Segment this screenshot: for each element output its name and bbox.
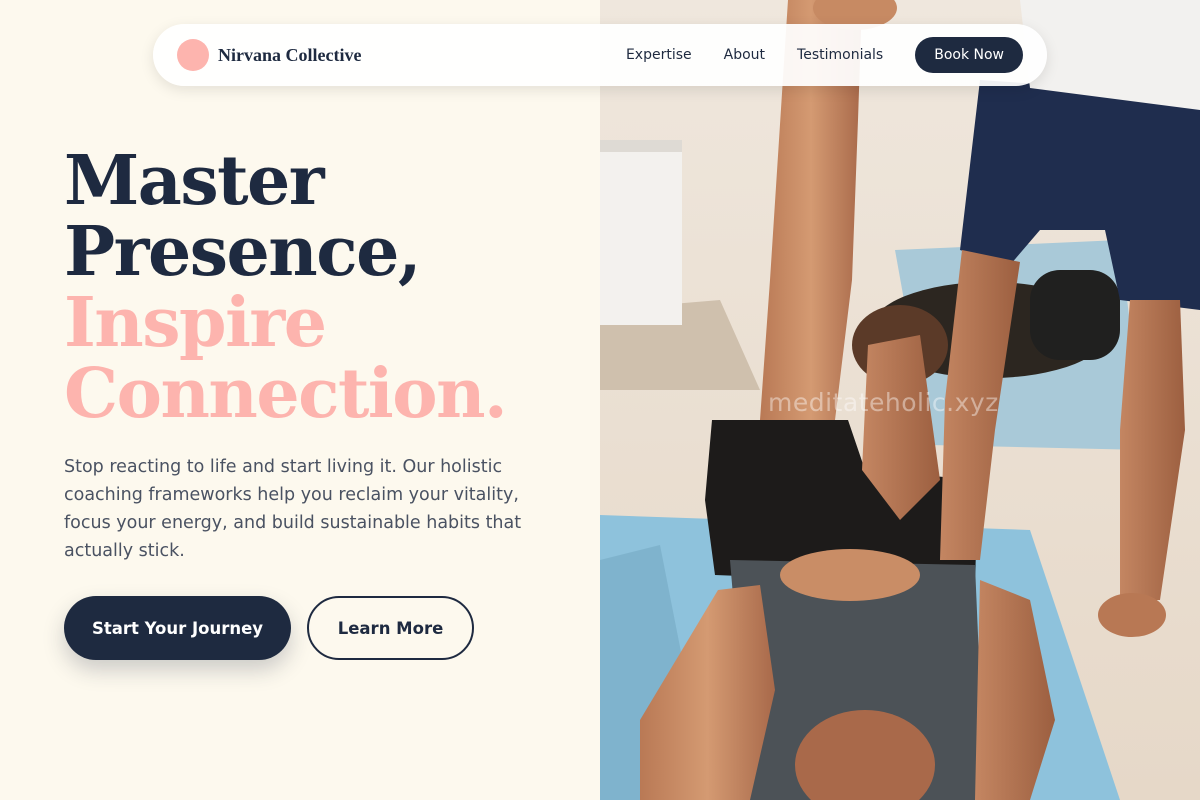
book-now-button[interactable]: Book Now <box>915 37 1023 73</box>
photo-watermark: meditateholic.xyz <box>768 388 999 417</box>
start-journey-button[interactable]: Start Your Journey <box>64 596 291 660</box>
nav-links: Expertise About Testimonials Book Now <box>626 37 1023 73</box>
nav-link-testimonials[interactable]: Testimonials <box>797 47 883 63</box>
brand[interactable]: Nirvana Collective <box>177 39 361 71</box>
hero-title: Master Presence, Inspire Connection. <box>64 146 584 430</box>
navbar: Nirvana Collective Expertise About Testi… <box>153 24 1047 86</box>
nav-link-expertise[interactable]: Expertise <box>626 47 692 63</box>
brand-logo-dot <box>177 39 209 71</box>
hero-title-line-4: Connection. <box>64 354 508 434</box>
nav-link-about[interactable]: About <box>724 47 765 63</box>
hero-title-line-3: Inspire <box>64 283 327 363</box>
learn-more-button[interactable]: Learn More <box>307 596 474 660</box>
hero-photo: meditateholic.xyz <box>600 0 1200 800</box>
hero-title-line-1: Master <box>64 141 325 221</box>
hero-title-line-2: Presence, <box>64 212 422 292</box>
brand-name: Nirvana Collective <box>218 44 362 65</box>
hero-subtitle: Stop reacting to life and start living i… <box>64 457 522 561</box>
